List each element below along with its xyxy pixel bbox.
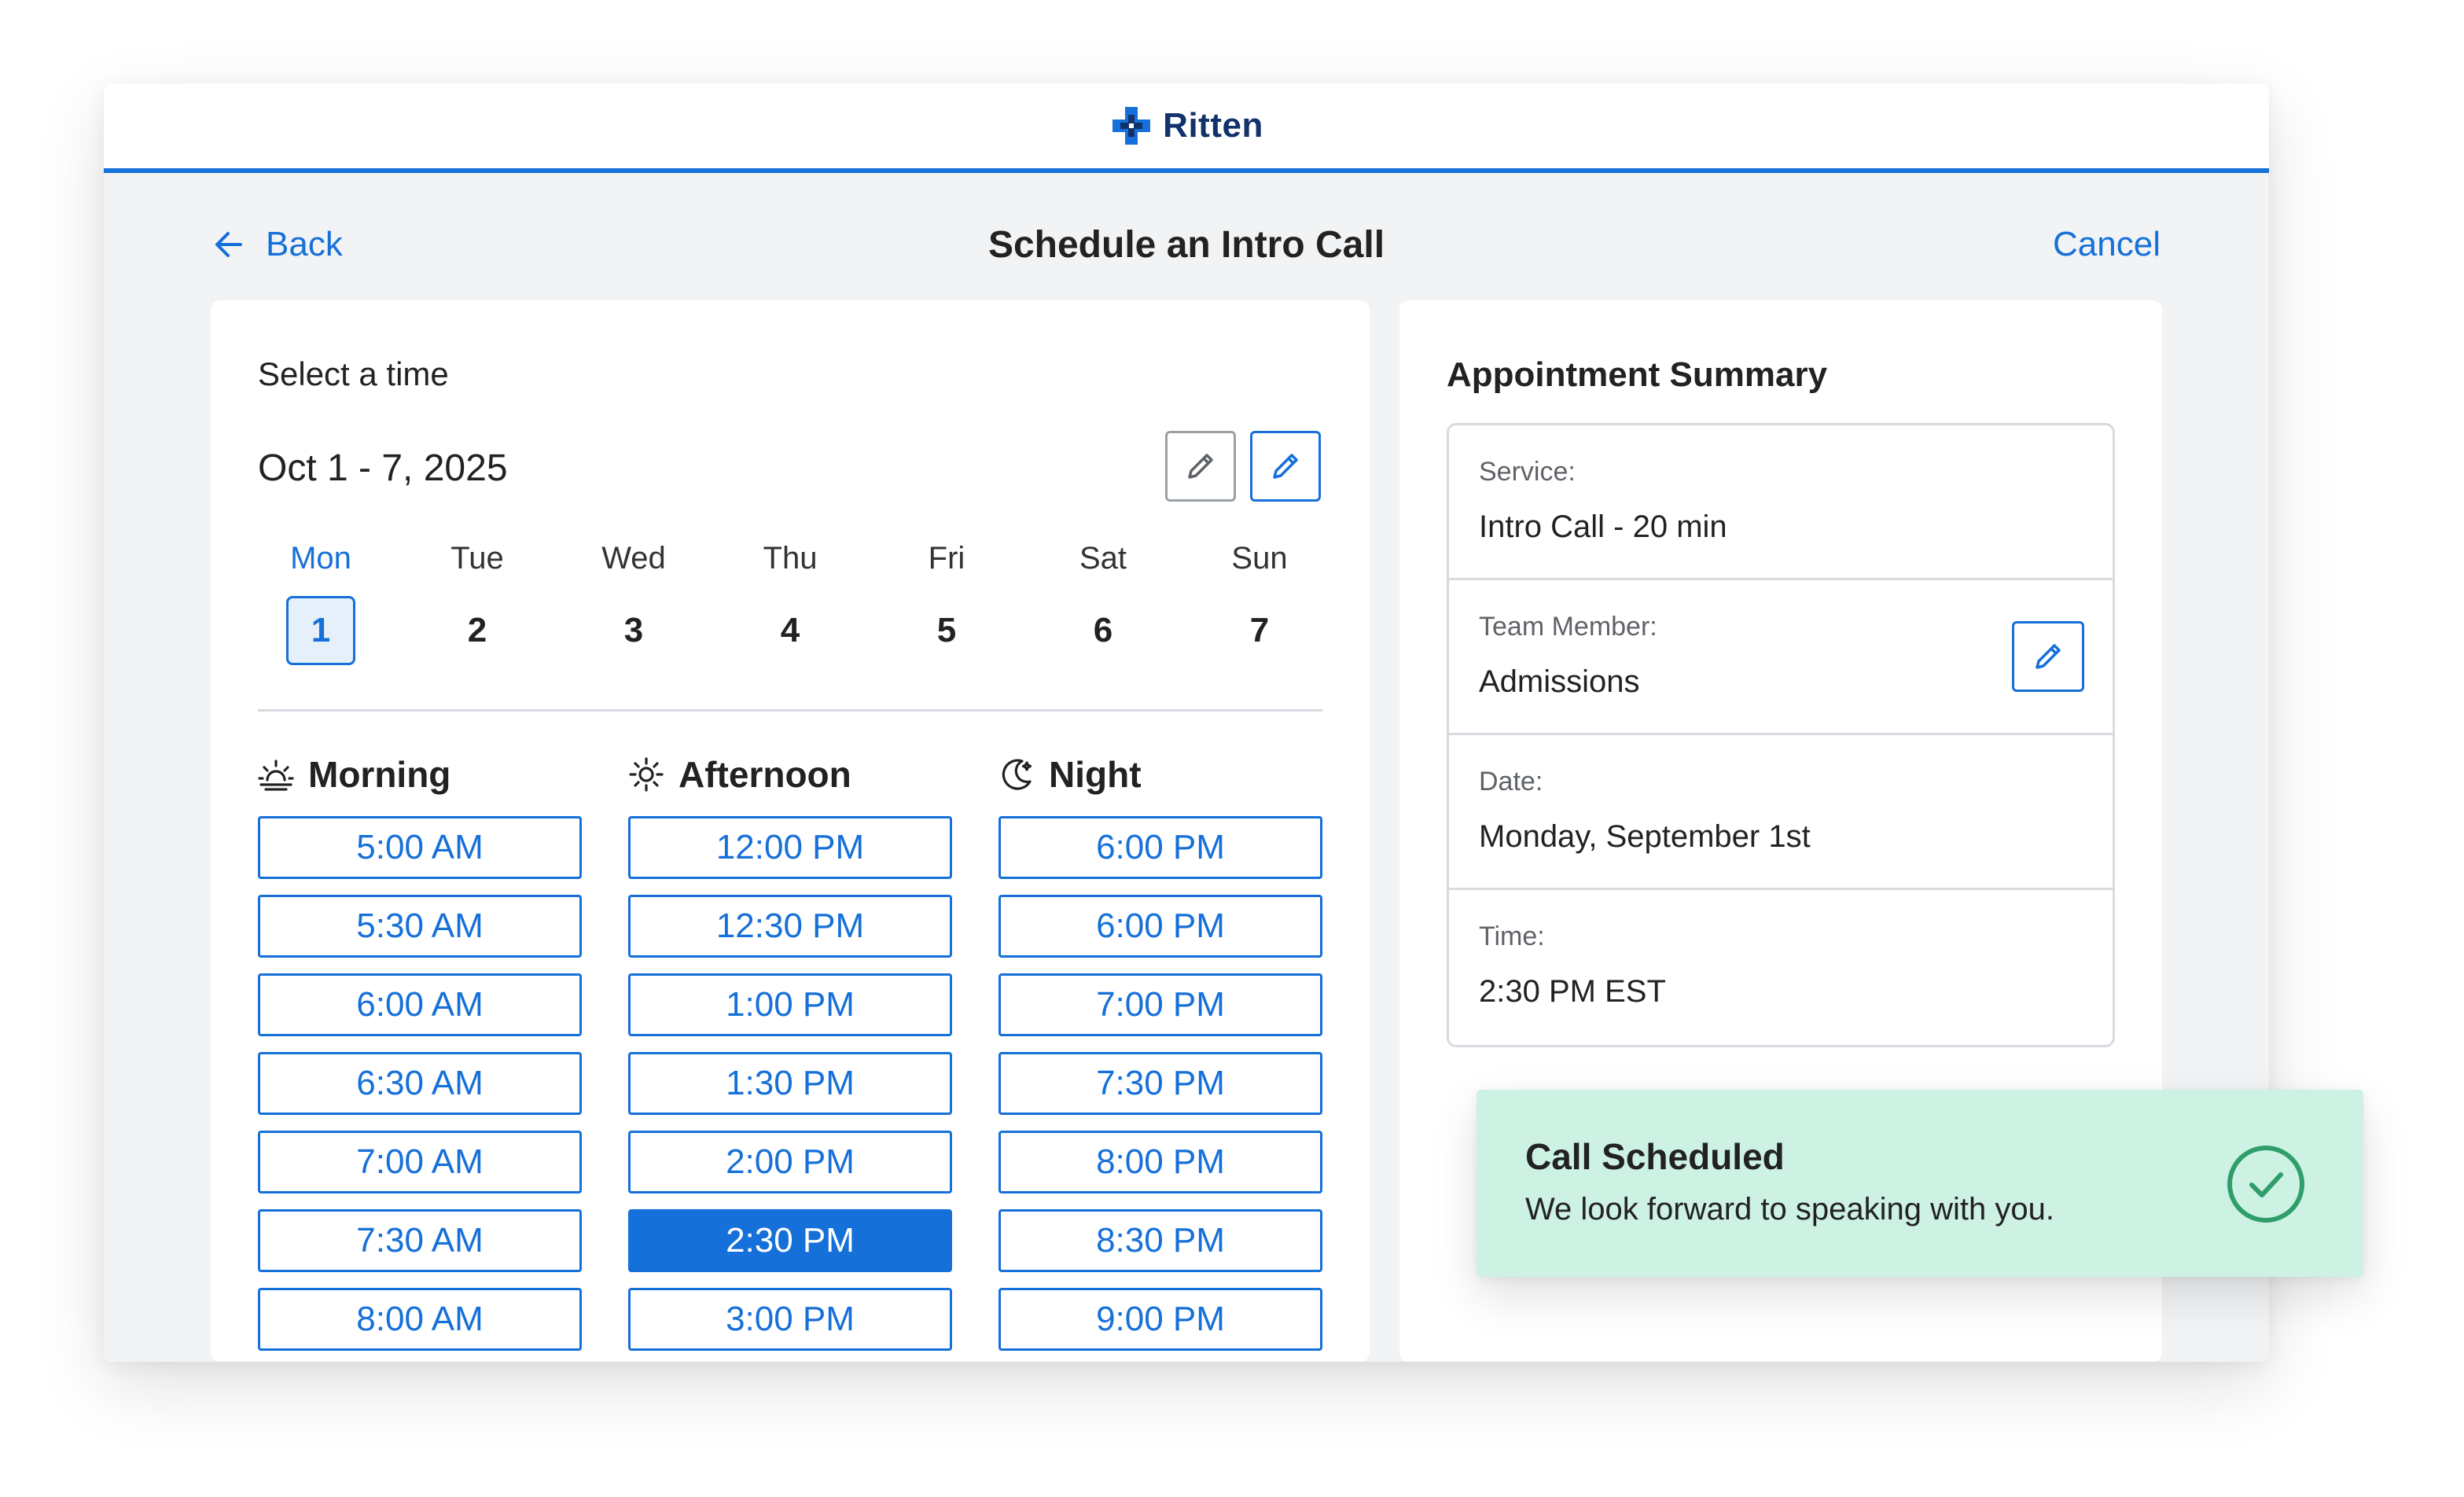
row-value: Admissions	[1479, 664, 1640, 699]
morning-header: Morning	[258, 748, 582, 800]
ritten-logo[interactable]: Ritten	[1109, 104, 1263, 148]
day-number: 3	[623, 611, 644, 649]
day-thu[interactable]: Thu 4	[727, 541, 853, 665]
sunrise-icon	[258, 760, 294, 791]
time-slot[interactable]: 3:00 PM	[628, 1288, 952, 1351]
time-slot[interactable]: 6:00 PM	[998, 895, 1322, 958]
morning-column: Morning 5:00 AM 5:30 AM 6:00 AM 6:30 AM …	[258, 748, 582, 1362]
row-label: Time:	[1479, 921, 1545, 951]
night-header: Night	[998, 748, 1322, 800]
time-slot[interactable]: 8:30 PM	[998, 1209, 1322, 1272]
afternoon-slots: 12:00 PM 12:30 PM 1:00 PM 1:30 PM 2:00 P…	[628, 816, 952, 1351]
top-bar: Ritten	[104, 83, 2269, 173]
time-slot[interactable]: 1:30 PM	[628, 1052, 952, 1115]
time-slot[interactable]: 7:00 PM	[998, 973, 1322, 1036]
toast-message: We look forward to speaking with you.	[1525, 1192, 2054, 1227]
time-slot[interactable]: 8:00 PM	[998, 1131, 1322, 1194]
summary-title: Appointment Summary	[1447, 355, 1828, 394]
time-slot[interactable]: 1:00 PM	[628, 973, 952, 1036]
moon-icon	[1002, 759, 1032, 790]
day-tue[interactable]: Tue 2	[414, 541, 540, 665]
morning-slots: 5:00 AM 5:30 AM 6:00 AM 6:30 AM 7:00 AM …	[258, 816, 582, 1351]
logo-cross-icon	[1112, 107, 1151, 145]
summary-row-time: Time: 2:30 PM EST	[1449, 890, 2113, 1045]
time-slot[interactable]: 5:30 AM	[258, 895, 582, 958]
time-slot[interactable]: 7:30 PM	[998, 1052, 1322, 1115]
day-name: Thu	[763, 541, 818, 576]
edit-team-member-button[interactable]	[2012, 621, 2084, 692]
day-name: Tue	[451, 541, 504, 576]
row-value: 2:30 PM EST	[1479, 974, 1666, 1009]
time-slot[interactable]: 5:00 AM	[258, 816, 582, 879]
day-number: 2	[467, 611, 487, 649]
day-sun[interactable]: Sun 7	[1197, 541, 1322, 665]
time-slot[interactable]: 8:00 AM	[258, 1288, 582, 1351]
check-circle-icon	[2227, 1146, 2304, 1223]
edit-range-button-disabled[interactable]	[1165, 431, 1236, 502]
day-number: 7	[1249, 611, 1270, 649]
day-mon[interactable]: Mon 1	[258, 541, 384, 665]
time-slot[interactable]: 9:00 PM	[998, 1288, 1322, 1351]
day-fri[interactable]: Fri 5	[884, 541, 1010, 665]
sun-icon	[629, 757, 664, 792]
summary-row-service: Service: Intro Call - 20 min	[1449, 425, 2113, 580]
pencil-icon	[1188, 454, 1213, 479]
cancel-link[interactable]: Cancel	[2053, 225, 2161, 264]
summary-list: Service: Intro Call - 20 min Team Member…	[1447, 423, 2115, 1047]
row-label: Date:	[1479, 767, 1543, 796]
success-toast: Call Scheduled We look forward to speaki…	[1477, 1090, 2363, 1277]
edit-range-button[interactable]	[1250, 431, 1321, 502]
night-column: Night 6:00 PM 6:00 PM 7:00 PM 7:30 PM 8:…	[998, 748, 1322, 1362]
toast-title: Call Scheduled	[1525, 1136, 1785, 1177]
time-slot[interactable]: 7:30 AM	[258, 1209, 582, 1272]
date-range-label: Oct 1 - 7, 2025	[258, 447, 508, 489]
afternoon-label: Afternoon	[679, 754, 851, 795]
week-selector: Mon 1 Tue 2 Wed 3 Thu 4 Fri 5 Sat 6 Sun …	[258, 541, 1322, 665]
summary-row-date: Date: Monday, September 1st	[1449, 735, 2113, 890]
time-slot-selected[interactable]: 2:30 PM	[628, 1209, 952, 1272]
day-wed[interactable]: Wed 3	[571, 541, 697, 665]
night-slots: 6:00 PM 6:00 PM 7:00 PM 7:30 PM 8:00 PM …	[998, 816, 1322, 1351]
day-number: 4	[780, 611, 800, 649]
time-slot[interactable]: 6:00 AM	[258, 973, 582, 1036]
day-sat[interactable]: Sat 6	[1040, 541, 1166, 665]
time-slot[interactable]: 7:00 AM	[258, 1131, 582, 1194]
time-slot[interactable]: 2:00 PM	[628, 1131, 952, 1194]
row-value: Monday, September 1st	[1479, 819, 1811, 854]
summary-row-team-member: Team Member: Admissions	[1449, 580, 2113, 735]
row-label: Service:	[1479, 457, 1576, 487]
day-number: 1	[286, 596, 355, 665]
day-name: Sat	[1079, 541, 1127, 576]
time-slot[interactable]: 6:30 AM	[258, 1052, 582, 1115]
time-slot[interactable]: 6:00 PM	[998, 816, 1322, 879]
day-number: 5	[936, 611, 957, 649]
row-value: Intro Call - 20 min	[1479, 509, 1727, 544]
time-picker-card: Select a time Oct 1 - 7, 2025 Mon 1 Tue …	[211, 300, 1370, 1362]
page-title: Schedule an Intro Call	[987, 224, 1385, 266]
day-name: Fri	[928, 541, 965, 576]
day-name: Wed	[601, 541, 666, 576]
afternoon-header: Afternoon	[628, 748, 952, 800]
pencil-icon	[2036, 644, 2061, 669]
time-slot[interactable]: 12:00 PM	[628, 816, 952, 879]
morning-label: Morning	[308, 754, 451, 795]
night-label: Night	[1049, 754, 1142, 795]
divider	[258, 709, 1322, 712]
row-label: Team Member:	[1479, 612, 1657, 642]
time-slot[interactable]: 12:30 PM	[628, 895, 952, 958]
pencil-icon	[1273, 454, 1298, 479]
select-time-label: Select a time	[258, 355, 449, 392]
day-number: 6	[1093, 611, 1113, 649]
day-name: Sun	[1231, 541, 1288, 576]
afternoon-column: Afternoon 12:00 PM 12:30 PM 1:00 PM 1:30…	[628, 748, 952, 1362]
logo-wordmark: Ritten	[1163, 106, 1263, 145]
day-name: Mon	[290, 541, 351, 576]
